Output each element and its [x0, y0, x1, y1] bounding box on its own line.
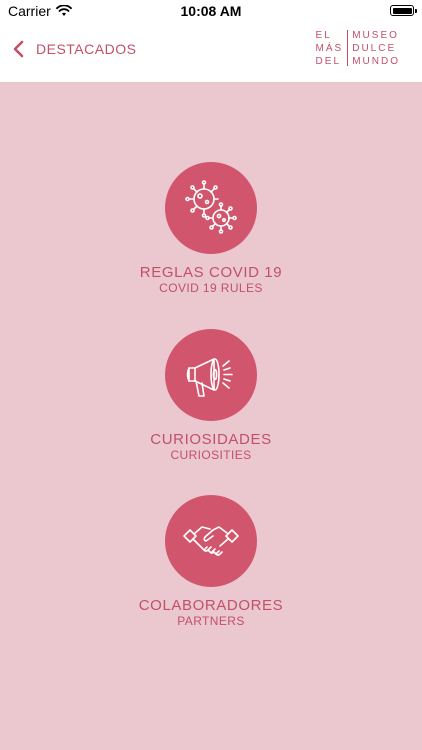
handshake-icon	[183, 526, 239, 556]
back-button[interactable]: DESTACADOS	[12, 40, 136, 58]
battery-icon	[390, 5, 417, 16]
item-title: REGLAS COVID 19	[139, 264, 283, 281]
virus-icon	[185, 180, 237, 234]
item-subtitle: COVID 19 RULES	[159, 281, 263, 295]
item-title: COLABORADORES	[138, 597, 284, 614]
item-curiosities[interactable]: CURIOSIDADES CURIOSITIES	[0, 329, 422, 462]
back-label: DESTACADOS	[36, 41, 137, 57]
logo-word: EL	[315, 30, 332, 41]
item-subtitle: CURIOSITIES	[170, 448, 252, 462]
item-circle[interactable]	[165, 329, 257, 421]
status-bar: Carrier 10:08 AM	[0, 0, 422, 22]
nav-bar: DESTACADOS EL MÁS DEL MUSEO DULCE MUNDO	[0, 22, 422, 83]
item-partners[interactable]: COLABORADORES PARTNERS	[0, 495, 422, 628]
item-covid-rules[interactable]: REGLAS COVID 19 COVID 19 RULES	[0, 162, 422, 295]
item-subtitle: PARTNERS	[177, 614, 245, 628]
chevron-left-icon	[13, 40, 24, 58]
status-time: 10:08 AM	[180, 3, 242, 19]
item-circle[interactable]	[165, 162, 257, 254]
megaphone-icon	[186, 358, 233, 397]
logo-left-column: EL MÁS DEL	[316, 30, 344, 67]
logo-divider	[347, 30, 349, 66]
logo-word: MUSEO	[352, 30, 399, 41]
logo-word: DEL	[315, 56, 341, 67]
logo-word: DULCE	[352, 43, 397, 54]
logo-right-column: MUSEO DULCE MUNDO	[352, 30, 400, 67]
logo-word: MUNDO	[352, 56, 400, 67]
museum-logo: EL MÁS DEL MUSEO DULCE MUNDO	[316, 30, 400, 67]
item-title: CURIOSIDADES	[150, 431, 272, 448]
item-circle[interactable]	[165, 495, 257, 587]
logo-word: MÁS	[315, 43, 344, 54]
main-content: REGLAS COVID 19 COVID 19 RULES CURIOSIDA…	[0, 83, 422, 750]
